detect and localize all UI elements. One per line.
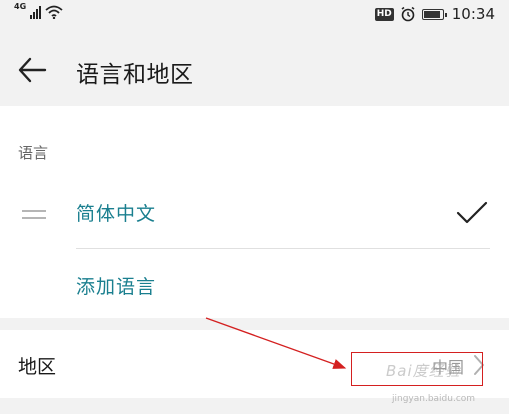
back-arrow-icon[interactable] (17, 56, 47, 84)
alarm-icon (401, 6, 415, 22)
status-bar: 4G HD 10:34 (0, 0, 509, 30)
language-item-simplified-chinese[interactable]: 简体中文 (76, 199, 156, 226)
watermark-logo: Bai度经验 (386, 362, 461, 380)
status-right: HD 10:34 (374, 5, 495, 23)
watermark-url: jingyan.baidu.com (392, 394, 476, 404)
battery-icon (421, 8, 447, 20)
hd-icon: HD (374, 7, 394, 21)
language-card: 语言 简体中文 添加语言 (0, 106, 509, 318)
check-icon (456, 201, 488, 224)
drag-handle-icon[interactable] (22, 210, 46, 220)
page-title: 语言和地区 (76, 62, 194, 88)
language-section-header: 语言 (18, 144, 49, 162)
region-label: 地区 (18, 356, 57, 378)
status-left: 4G (14, 2, 63, 19)
network-type: 4G (14, 2, 27, 11)
wifi-icon (45, 5, 63, 19)
add-language-button[interactable]: 添加语言 (76, 272, 156, 299)
app-bar: 语言和地区 (0, 30, 509, 106)
signal-icon (30, 5, 42, 19)
status-time: 10:34 (451, 5, 495, 23)
divider (76, 248, 490, 249)
